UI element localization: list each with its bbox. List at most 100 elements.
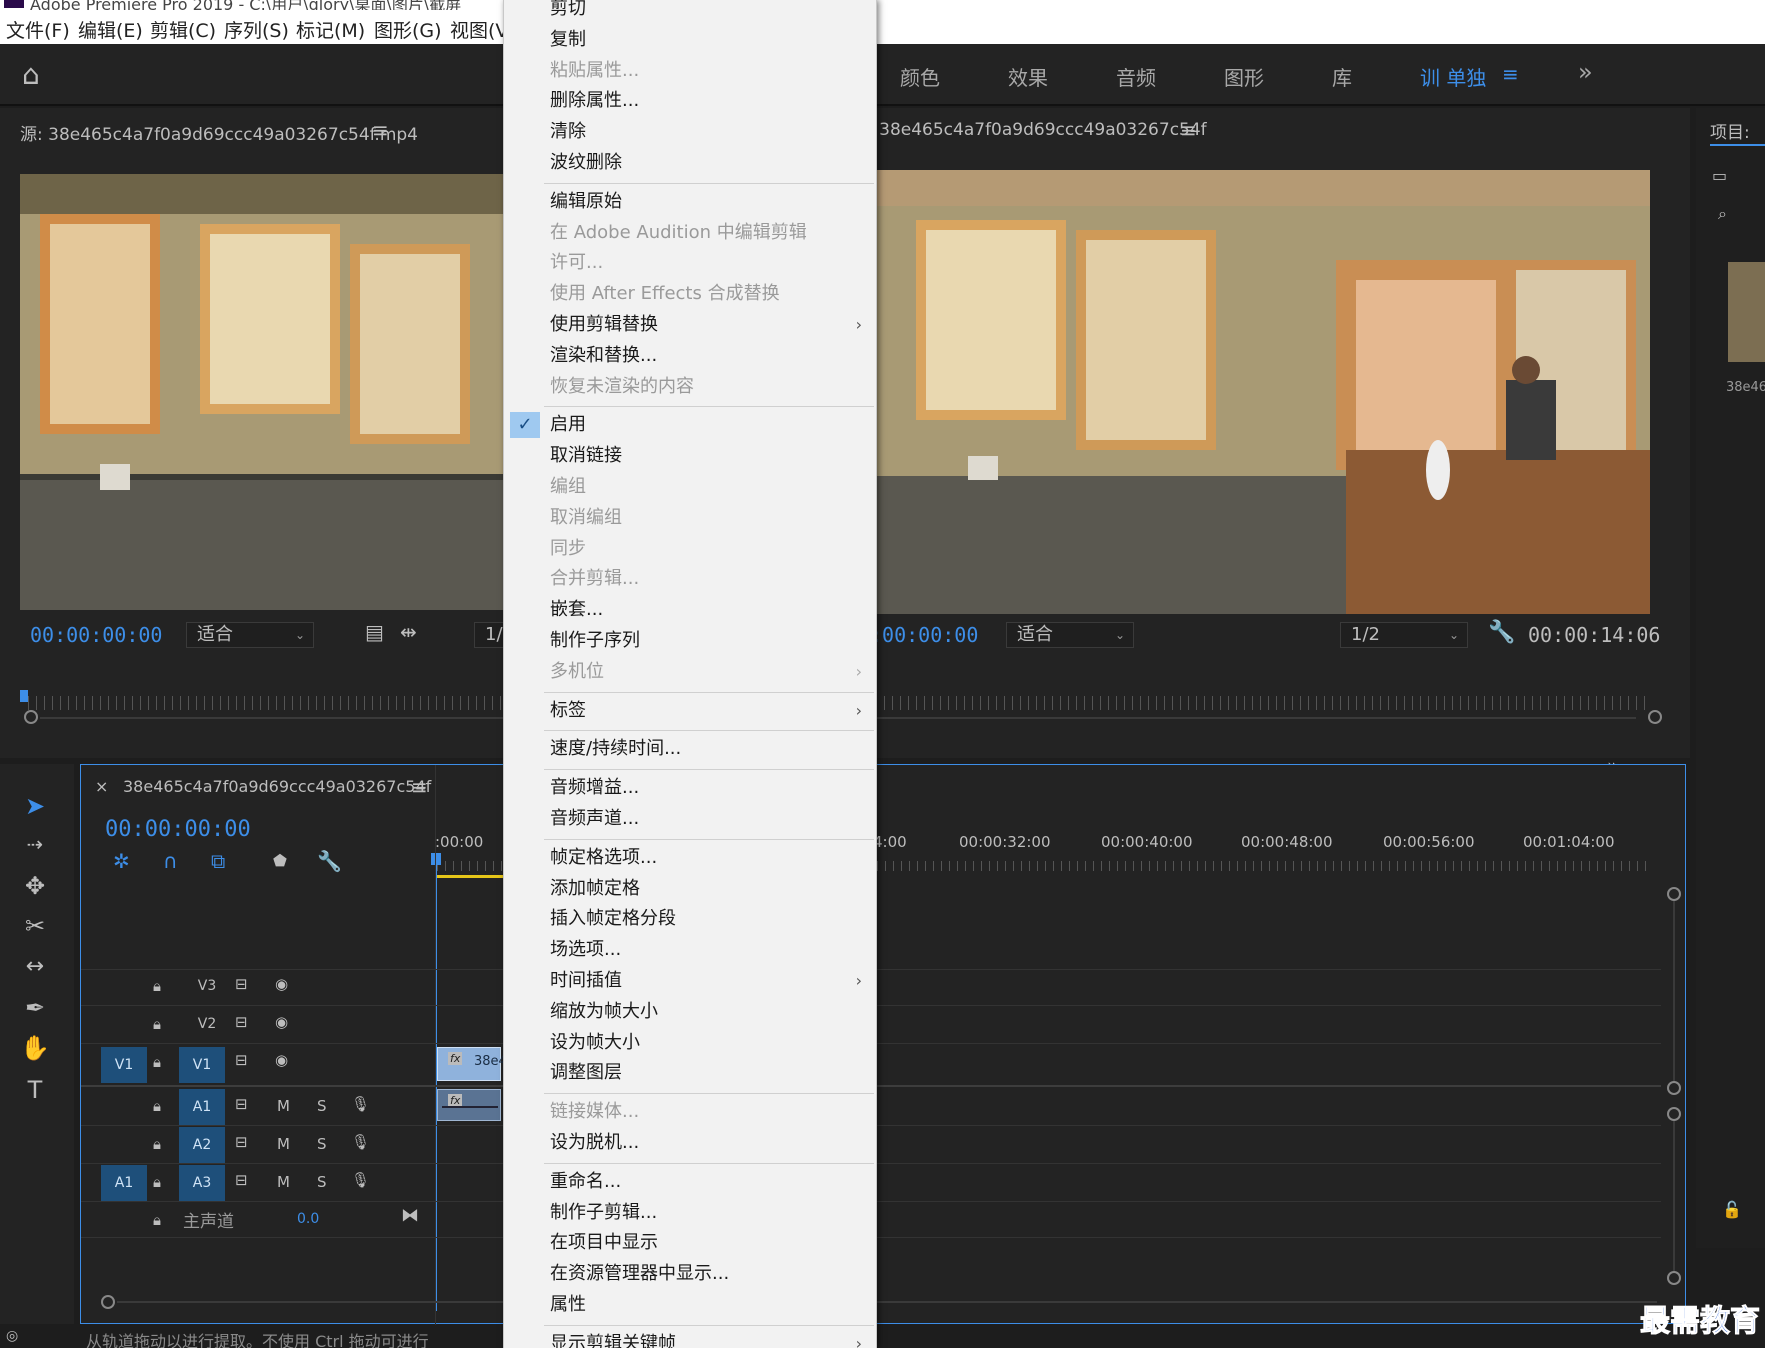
timeline-v-scroll-knob[interactable] bbox=[1667, 887, 1681, 901]
source-a1-patch[interactable]: A1 bbox=[101, 1165, 147, 1201]
go-to-end-icon[interactable]: ⧓ bbox=[401, 1205, 419, 1226]
context-menu-item[interactable]: 在资源管理器中显示... bbox=[504, 1259, 876, 1289]
context-menu-item[interactable]: 场选项... bbox=[504, 935, 876, 965]
hand-tool-icon[interactable]: ✋ bbox=[18, 1034, 52, 1062]
source-v1-patch[interactable]: V1 bbox=[101, 1047, 147, 1083]
context-menu-item[interactable]: 属性 bbox=[504, 1290, 876, 1320]
context-menu-item[interactable]: 插入帧定格分段 bbox=[504, 904, 876, 934]
timeline-h-scroll-knob[interactable] bbox=[101, 1295, 115, 1309]
home-icon[interactable]: ⌂ bbox=[22, 58, 40, 91]
context-menu-item[interactable]: 时间插值 › bbox=[504, 966, 876, 996]
sync-lock-icon[interactable]: ⊟ bbox=[235, 1095, 248, 1113]
program-zoom-scrollbar[interactable] bbox=[876, 717, 1636, 719]
workspace-overflow-icon[interactable]: » bbox=[1578, 58, 1593, 86]
menu-marker[interactable]: 标记(M) bbox=[296, 16, 365, 43]
program-resolution-dropdown[interactable]: 1/2 ⌄ bbox=[1340, 622, 1468, 648]
program-video-frame[interactable] bbox=[876, 170, 1650, 614]
microphone-icon[interactable]: 🎙︎ bbox=[351, 1095, 370, 1113]
lock-icon[interactable]: 🔒︎ bbox=[153, 1015, 161, 1033]
eye-icon[interactable]: ◉ bbox=[275, 975, 288, 993]
context-menu-item[interactable]: 复制 bbox=[504, 25, 876, 55]
menu-view[interactable]: 视图(V bbox=[450, 16, 508, 43]
folder-icon[interactable]: ▭ bbox=[1712, 166, 1727, 185]
context-menu-item[interactable]: 标签 › bbox=[504, 696, 876, 726]
mute-button[interactable]: M bbox=[277, 1097, 290, 1115]
sync-lock-icon[interactable]: ⊟ bbox=[235, 1133, 248, 1151]
menu-edit[interactable]: 编辑(E) bbox=[78, 16, 143, 43]
timeline-v-scroll-knob[interactable] bbox=[1667, 1107, 1681, 1121]
solo-button[interactable]: S bbox=[317, 1097, 327, 1115]
source-zoom-dropdown[interactable]: 适合 ⌄ bbox=[186, 622, 314, 648]
menu-clip[interactable]: 剪辑(C) bbox=[150, 16, 216, 43]
context-menu-item[interactable]: 设为脱机... bbox=[504, 1128, 876, 1158]
microphone-icon[interactable]: 🎙︎ bbox=[351, 1133, 370, 1151]
track-a3-label[interactable]: A3 bbox=[179, 1165, 225, 1201]
pen-tool-icon[interactable]: ✒ bbox=[18, 994, 52, 1022]
timeline-v-scroll-knob[interactable] bbox=[1667, 1271, 1681, 1285]
timeline-h-scrollbar[interactable] bbox=[117, 1301, 1657, 1303]
track-v3-label[interactable]: V3 bbox=[187, 971, 227, 1001]
lock-icon[interactable]: 🔒︎ bbox=[153, 1135, 161, 1153]
context-menu-item[interactable]: 嵌套... bbox=[504, 595, 876, 625]
program-monitor-title[interactable]: : 38e465c4a7f0a9d69ccc49a03267c54f bbox=[868, 120, 1207, 140]
solo-button[interactable]: S bbox=[317, 1135, 327, 1153]
source-zoom-scrollbar[interactable] bbox=[40, 717, 510, 719]
close-icon[interactable]: × bbox=[95, 777, 108, 796]
insert-overwrite-icon[interactable]: ⇹ bbox=[400, 620, 417, 644]
context-menu-item[interactable]: 缩放为帧大小 bbox=[504, 997, 876, 1027]
project-thumbnail[interactable] bbox=[1728, 262, 1765, 362]
film-strip-icon[interactable]: ▤ bbox=[365, 620, 384, 644]
playhead-handle[interactable] bbox=[431, 853, 441, 865]
settings-wrench-icon[interactable]: 🔧 bbox=[1488, 620, 1515, 645]
timeline-sequence-title[interactable]: 38e465c4a7f0a9d69ccc49a03267c54f bbox=[123, 777, 431, 796]
context-menu-item[interactable]: 波纹删除 bbox=[504, 148, 876, 178]
program-zoom-dropdown[interactable]: 适合 ⌄ bbox=[1006, 622, 1134, 648]
context-menu-item[interactable]: 重命名... bbox=[504, 1167, 876, 1197]
lock-icon[interactable]: 🔒︎ bbox=[153, 1211, 161, 1229]
lock-icon[interactable]: 🔒︎ bbox=[153, 1173, 161, 1191]
lock-icon[interactable]: 🔓 bbox=[1722, 1200, 1742, 1219]
lock-icon[interactable]: 🔒︎ bbox=[153, 977, 161, 995]
context-menu-item[interactable]: 编辑原始 bbox=[504, 187, 876, 217]
solo-button[interactable]: S bbox=[317, 1173, 327, 1191]
context-menu-item[interactable]: 帧定格选项... bbox=[504, 843, 876, 873]
program-scroll-knob[interactable] bbox=[1648, 710, 1662, 724]
mute-button[interactable]: M bbox=[277, 1135, 290, 1153]
eye-icon[interactable]: ◉ bbox=[275, 1013, 288, 1031]
workspace-audio[interactable]: 音频 bbox=[1116, 62, 1156, 91]
source-playhead[interactable] bbox=[20, 690, 28, 702]
selection-tool-icon[interactable]: ➤ bbox=[18, 792, 52, 820]
workspace-menu-icon[interactable]: ≡ bbox=[1502, 62, 1519, 86]
context-menu-item[interactable]: 添加帧定格 bbox=[504, 874, 876, 904]
context-menu-item[interactable]: 音频增益... bbox=[504, 773, 876, 803]
sync-lock-icon[interactable]: ⊟ bbox=[235, 1051, 248, 1069]
context-menu-item[interactable]: 在项目中显示 bbox=[504, 1228, 876, 1258]
context-menu-item[interactable]: 使用剪辑替换 › bbox=[504, 310, 876, 340]
menu-graphics[interactable]: 图形(G) bbox=[374, 16, 442, 43]
microphone-icon[interactable]: 🎙︎ bbox=[351, 1171, 370, 1189]
workspace-color[interactable]: 颜色 bbox=[900, 62, 940, 91]
timeline-v-scroll-knob[interactable] bbox=[1667, 1081, 1681, 1095]
sync-lock-icon[interactable]: ⊟ bbox=[235, 1013, 248, 1031]
context-menu-item[interactable]: 制作子剪辑... bbox=[504, 1198, 876, 1228]
type-tool-icon[interactable]: T bbox=[18, 1076, 52, 1104]
context-menu-item[interactable]: 剪切 bbox=[504, 0, 876, 24]
menu-file[interactable]: 文件(F) bbox=[6, 16, 70, 43]
source-scroll-knob[interactable] bbox=[24, 710, 38, 724]
context-menu-item[interactable]: 调整图层 bbox=[504, 1058, 876, 1088]
context-menu-item[interactable]: 制作子序列 bbox=[504, 626, 876, 656]
workspace-effects[interactable]: 效果 bbox=[1008, 62, 1048, 91]
context-menu-item[interactable]: 删除属性... bbox=[504, 86, 876, 116]
context-menu-item[interactable]: 速度/持续时间... bbox=[504, 734, 876, 764]
razor-tool-icon[interactable]: ✂ bbox=[18, 912, 52, 940]
slip-tool-icon[interactable]: ↔ bbox=[18, 954, 52, 979]
timeline-v-scrollbar[interactable] bbox=[1673, 1121, 1675, 1271]
context-menu-item[interactable]: 音频声道... bbox=[504, 804, 876, 834]
source-video-frame[interactable] bbox=[20, 174, 510, 610]
video-clip[interactable]: fx 38e4 bbox=[437, 1047, 507, 1081]
context-menu-item[interactable]: 清除 bbox=[504, 117, 876, 147]
timeline-panel-menu-icon[interactable]: ≡ bbox=[411, 775, 428, 799]
source-time-ruler[interactable] bbox=[28, 696, 508, 710]
context-menu-item[interactable]: 取消链接 bbox=[504, 441, 876, 471]
project-panel-title[interactable]: 项目: bbox=[1710, 118, 1750, 143]
